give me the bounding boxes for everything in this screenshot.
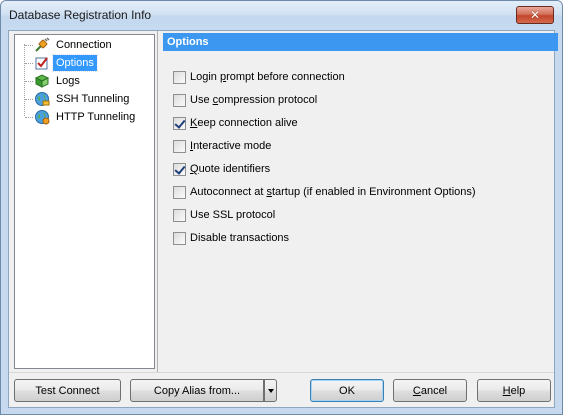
options-panel: Options Login prompt before connection U… [157, 31, 558, 373]
test-connect-button[interactable]: Test Connect [14, 379, 121, 402]
ok-button[interactable]: OK [310, 379, 384, 402]
checkbox[interactable] [173, 185, 186, 199]
checkbox-interactive-mode[interactable]: Interactive mode [173, 138, 271, 154]
checkbox-quote-identifiers[interactable]: Quote identifiers [173, 161, 270, 177]
window-title: Database Registration Info [9, 8, 152, 22]
book-icon [34, 74, 50, 88]
checkbox-use-ssl[interactable]: Use SSL protocol [173, 207, 275, 223]
title-bar[interactable]: Database Registration Info ✕ [1, 1, 562, 30]
checkbox[interactable] [173, 162, 186, 176]
checkbox-compression[interactable]: Use compression protocol [173, 92, 317, 108]
checkbox[interactable] [173, 116, 186, 130]
dialog-window: Database Registration Info ✕ Connection [0, 0, 563, 415]
checkbox[interactable] [173, 93, 186, 107]
checkbox-label: Quote identifiers [190, 163, 271, 175]
checkbox-login-prompt[interactable]: Login prompt before connection [173, 69, 345, 85]
close-button[interactable]: ✕ [516, 6, 554, 24]
tree-item-logs[interactable]: Logs [15, 72, 154, 90]
globe-key-icon [35, 92, 50, 106]
tree-connector [25, 117, 33, 118]
checkbox-keep-alive[interactable]: Keep connection alive [173, 115, 298, 131]
copy-alias-dropdown-button[interactable] [264, 379, 277, 402]
checkbox-label: Interactive mode [190, 140, 272, 152]
tree-connector [25, 63, 33, 64]
tree-item-label: Connection [56, 39, 112, 51]
tree-item-options[interactable]: Options [15, 54, 154, 72]
separator [9, 372, 554, 373]
checkbox-label: Autoconnect at startup (if enabled in En… [190, 186, 476, 198]
tree-connector [25, 99, 33, 100]
checkbox[interactable] [173, 231, 186, 245]
cancel-button[interactable]: Cancel [393, 379, 467, 402]
tree-connector [25, 45, 33, 46]
tree-item-label: Logs [56, 75, 80, 87]
checkbox-disable-transactions[interactable]: Disable transactions [173, 230, 289, 246]
dialog-client: Connection Options Logs SSH Tunneling HT… [8, 30, 558, 408]
checkbox[interactable] [173, 70, 186, 84]
checkbox[interactable] [173, 139, 186, 153]
checkbox-autoconnect[interactable]: Autoconnect at startup (if enabled in En… [173, 184, 476, 200]
tree-item-label: Options [52, 54, 98, 72]
category-tree: Connection Options Logs SSH Tunneling HT… [14, 34, 155, 369]
close-icon: ✕ [529, 8, 541, 22]
tree-item-label: HTTP Tunneling [56, 111, 136, 123]
tree-item-ssh-tunneling[interactable]: SSH Tunneling [15, 90, 154, 108]
checkbox-label: Keep connection alive [190, 117, 298, 129]
tree-item-label: SSH Tunneling [56, 93, 130, 105]
globe-gear-icon [35, 110, 50, 125]
checkbox-label: Login prompt before connection [190, 71, 345, 83]
tree-connector [25, 81, 33, 82]
help-button[interactable]: Help [477, 379, 551, 402]
plug-icon [35, 37, 50, 52]
tree-item-http-tunneling[interactable]: HTTP Tunneling [15, 108, 154, 126]
checkbox-list-icon [35, 57, 48, 70]
copy-alias-button[interactable]: Copy Alias from... [130, 379, 264, 402]
checkbox-label: Use compression protocol [190, 94, 318, 106]
section-header: Options [163, 33, 558, 51]
tree-item-connection[interactable]: Connection [15, 36, 154, 54]
checkbox[interactable] [173, 208, 186, 222]
checkbox-label: Use SSL protocol [190, 209, 276, 221]
checkbox-label: Disable transactions [190, 232, 290, 244]
